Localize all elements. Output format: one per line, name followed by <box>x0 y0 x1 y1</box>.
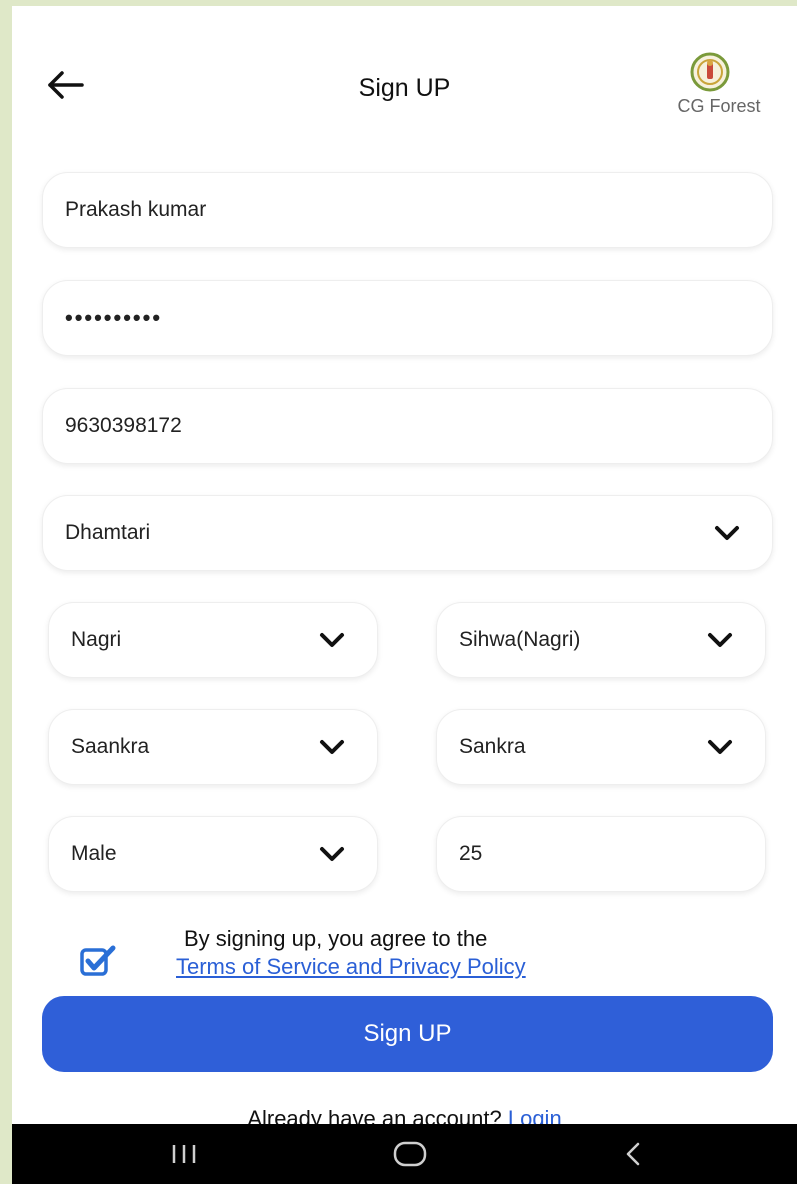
block-dropdown[interactable]: Nagri <box>48 602 378 678</box>
chevron-down-icon <box>708 740 732 754</box>
village-value: Saankra <box>71 735 150 758</box>
block-value: Nagri <box>71 628 122 651</box>
gender-dropdown[interactable]: Male <box>48 816 378 892</box>
district-dropdown[interactable]: Dhamtari <box>42 495 773 571</box>
signup-button[interactable]: Sign UP <box>42 996 773 1072</box>
terms-checkbox[interactable] <box>80 944 116 976</box>
phone-field[interactable]: 9630398172 <box>42 388 773 464</box>
system-navigation-bar <box>12 1124 797 1184</box>
chevron-down-icon <box>320 740 344 754</box>
name-value: Prakash kumar <box>65 198 207 221</box>
chevron-down-icon <box>320 847 344 861</box>
password-value: •••••••••• <box>65 305 163 330</box>
sub-village-dropdown[interactable]: Sankra <box>436 709 766 785</box>
terms-agreement: By signing up, you agree to the Terms of… <box>80 922 740 992</box>
signup-screen: Sign UP CG Forest Prakash kumar ••••••••… <box>12 6 797 1184</box>
header: Sign UP CG Forest <box>12 6 797 136</box>
recents-icon <box>172 1145 196 1163</box>
chevron-down-icon <box>320 633 344 647</box>
village-dropdown[interactable]: Saankra <box>48 709 378 785</box>
range-value: Sihwa(Nagri) <box>459 628 581 651</box>
phone-value: 9630398172 <box>65 414 182 437</box>
district-value: Dhamtari <box>65 521 151 544</box>
logo-text: CG Forest <box>677 96 761 116</box>
password-field[interactable]: •••••••••• <box>42 280 773 356</box>
chevron-down-icon <box>715 526 739 540</box>
recents-button[interactable] <box>164 1140 204 1168</box>
nav-back-icon <box>626 1142 640 1166</box>
home-button[interactable] <box>388 1138 432 1170</box>
terms-text: By signing up, you agree to the <box>184 926 488 951</box>
range-dropdown[interactable]: Sihwa(Nagri) <box>436 602 766 678</box>
name-field[interactable]: Prakash kumar <box>42 172 773 248</box>
home-icon <box>393 1141 427 1167</box>
age-value: 25 <box>459 842 483 865</box>
checkbox-checked-icon <box>80 945 116 976</box>
chevron-down-icon <box>708 633 732 647</box>
nav-back-button[interactable] <box>618 1138 648 1170</box>
gender-value: Male <box>71 842 117 865</box>
cg-forest-logo: CG Forest <box>656 52 786 122</box>
sub-village-value: Sankra <box>459 735 526 758</box>
forest-emblem-icon <box>690 52 730 92</box>
terms-link[interactable]: Terms of Service and Privacy Policy <box>176 954 526 980</box>
age-field[interactable]: 25 <box>436 816 766 892</box>
